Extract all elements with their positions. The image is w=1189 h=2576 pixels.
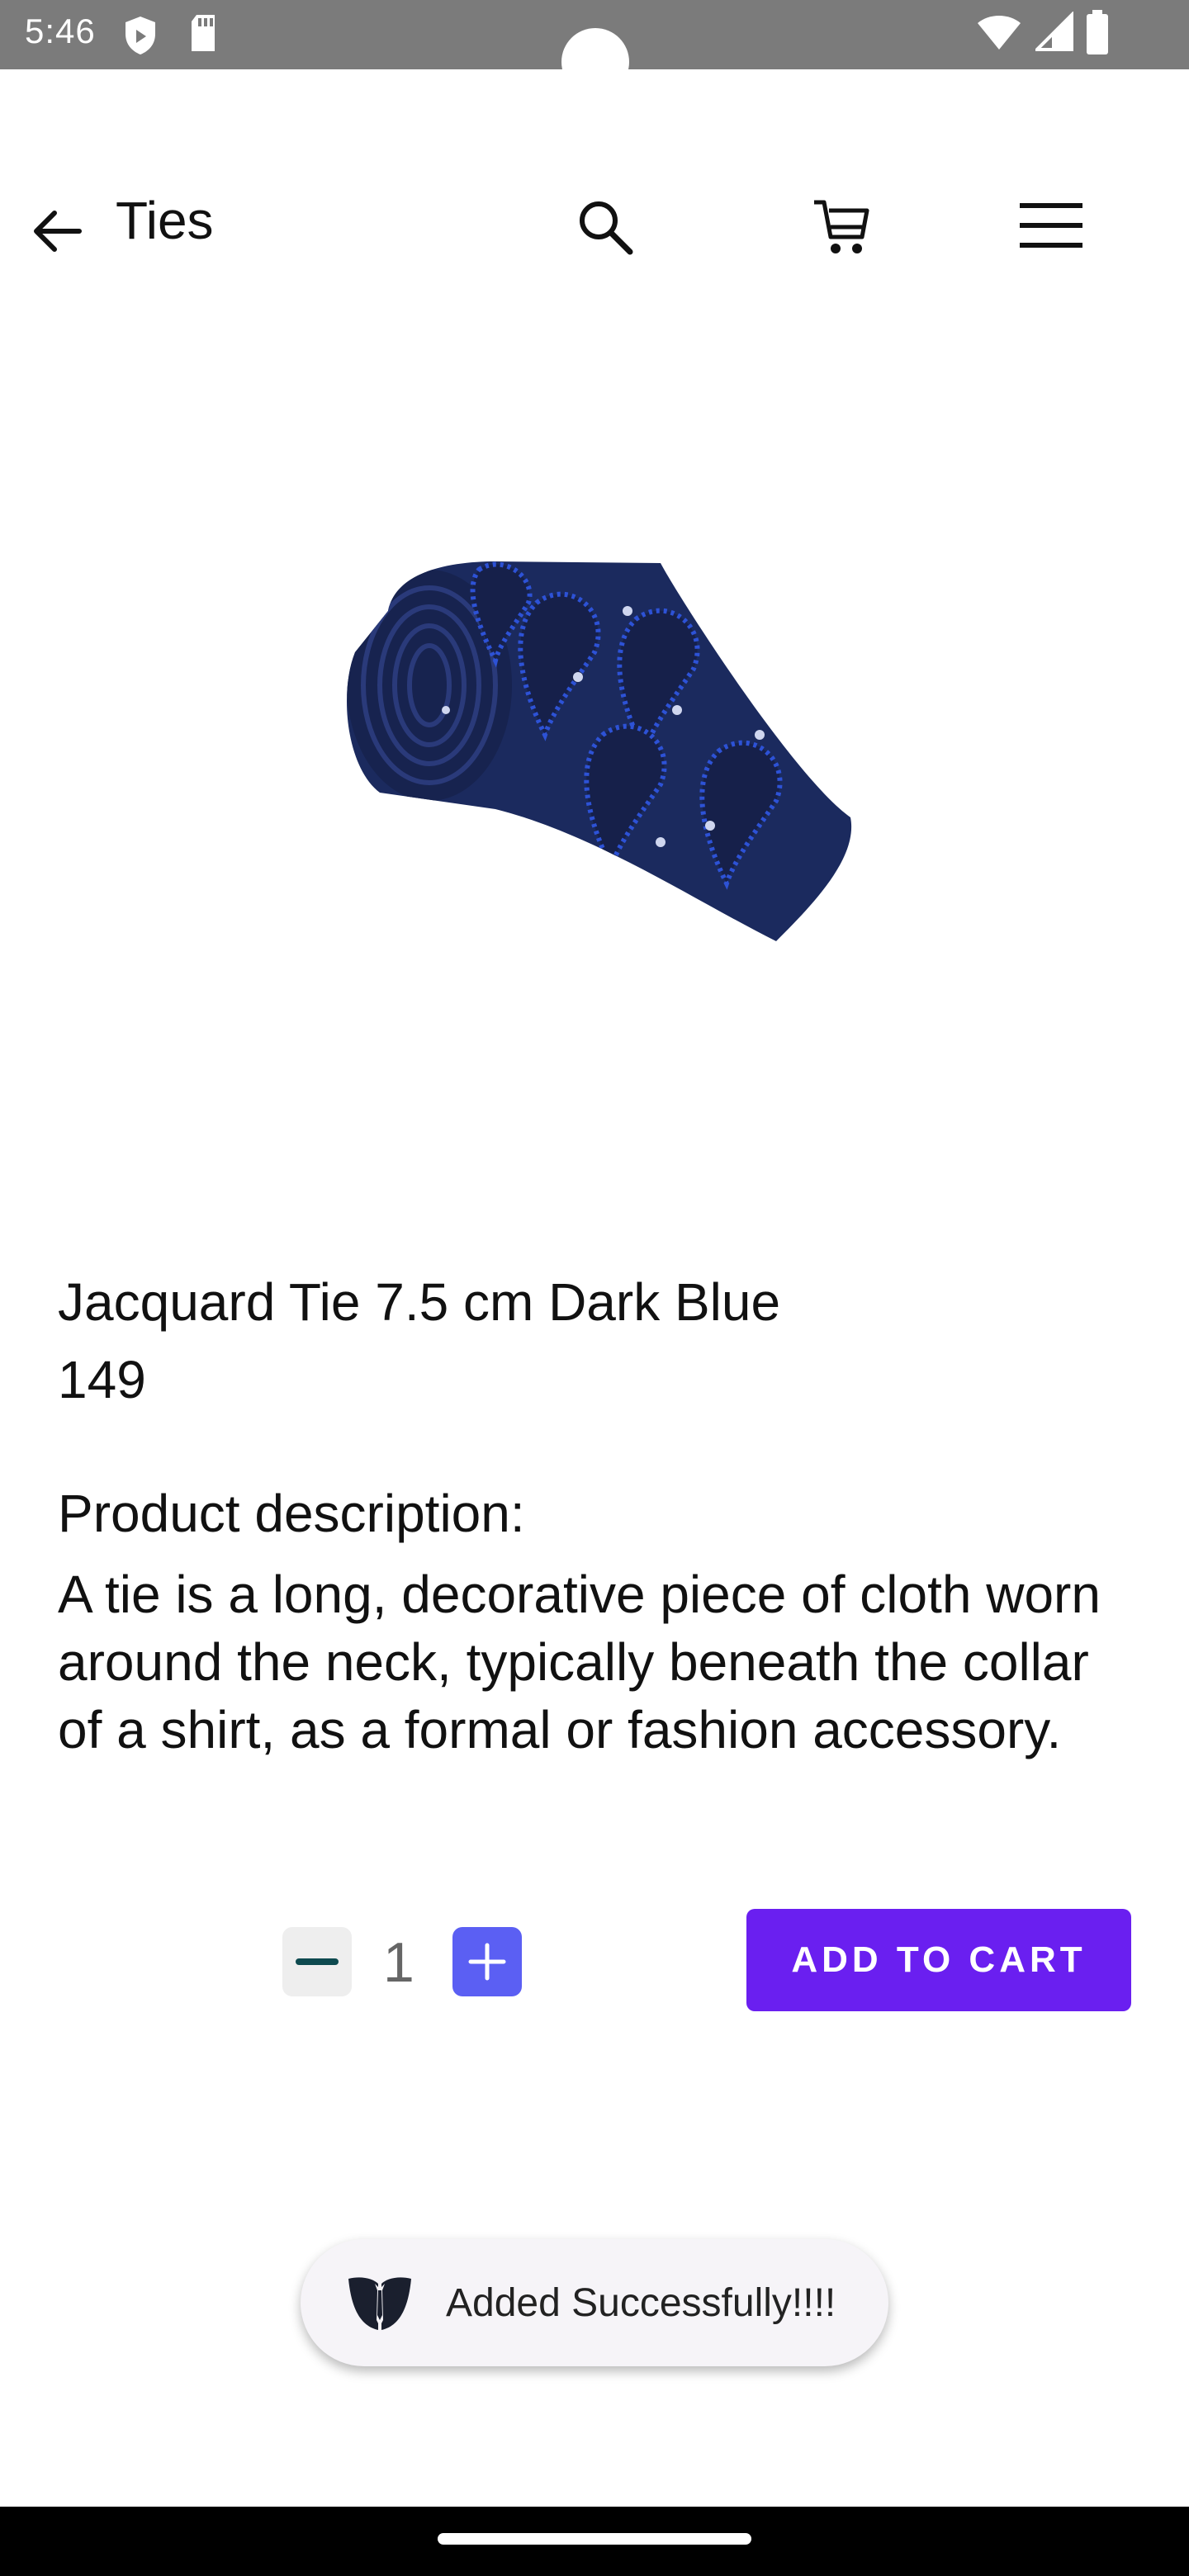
navigation-bar [0, 2507, 1189, 2576]
home-gesture-handle[interactable] [438, 2533, 751, 2545]
menu-button[interactable] [1006, 182, 1097, 272]
product-price: 149 [58, 1350, 146, 1409]
product-image [330, 545, 875, 1007]
product-description: A tie is a long, decorative piece of clo… [58, 1565, 1101, 1759]
signal-icon [1033, 11, 1075, 57]
shield-icon [122, 12, 159, 62]
menu-icon [1020, 203, 1082, 248]
product-name: Jacquard Tie 7.5 cm Dark Blue [58, 1272, 781, 1332]
toast: Added Successfully!!!! [301, 2239, 888, 2366]
minus-icon [296, 1958, 339, 1965]
search-icon [580, 201, 633, 255]
page-title: Ties [116, 191, 214, 250]
quantity-decrease-button[interactable] [282, 1927, 352, 1996]
suit-logo-icon [345, 2272, 414, 2333]
search-button[interactable] [560, 182, 651, 272]
cart-button[interactable] [797, 182, 888, 272]
wifi-icon [976, 13, 1022, 57]
toast-message: Added Successfully!!!! [446, 2281, 836, 2325]
back-button[interactable] [25, 198, 91, 264]
camera-cutout [561, 28, 629, 96]
quantity-value: 1 [383, 1931, 414, 1994]
plus-icon [468, 1943, 506, 1981]
battery-icon [1085, 10, 1110, 60]
tie-image [347, 561, 852, 941]
app-bar: Ties [0, 149, 1189, 297]
sd-card-icon [187, 12, 220, 59]
quantity-increase-button[interactable] [452, 1927, 522, 1996]
description-heading: Product description: [58, 1484, 525, 1543]
add-to-cart-button[interactable]: ADD TO CART [746, 1909, 1131, 2011]
arrow-left-icon [34, 211, 82, 252]
cart-icon [814, 200, 869, 253]
status-time: 5:46 [25, 12, 96, 50]
